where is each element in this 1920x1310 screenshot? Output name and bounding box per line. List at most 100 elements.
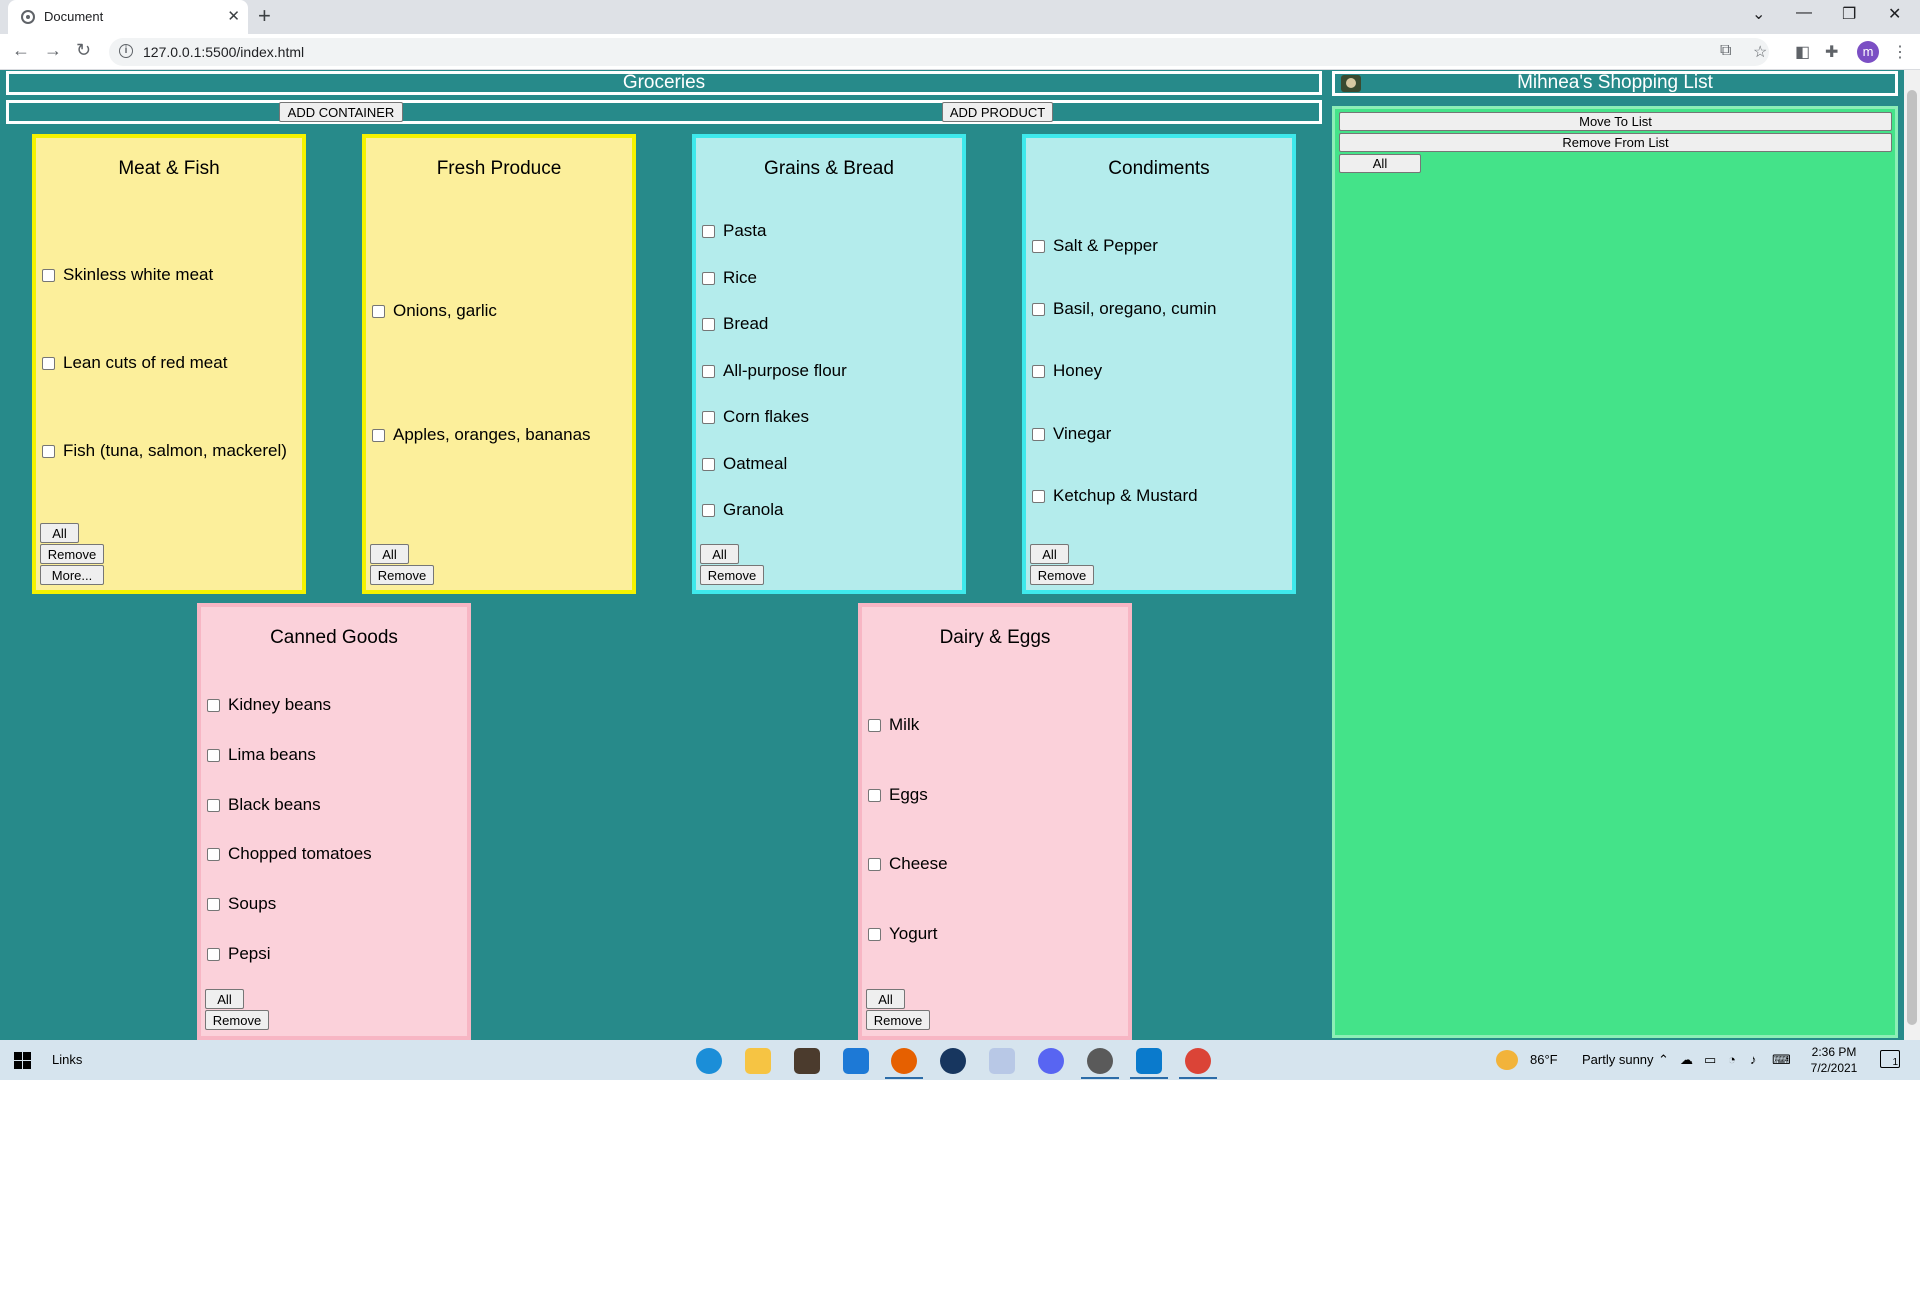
item-checkbox[interactable] (868, 857, 881, 871)
item-checkbox[interactable] (372, 428, 385, 442)
item-checkbox[interactable] (868, 927, 881, 941)
chevron-up-icon[interactable]: ⌃ (1658, 1052, 1669, 1068)
item-checkbox[interactable] (702, 317, 715, 331)
product-item[interactable]: Bread (702, 314, 768, 334)
item-checkbox[interactable] (207, 947, 220, 961)
clock[interactable]: 2:36 PM 7/2/2021 (1808, 1044, 1860, 1076)
remove-button[interactable]: Remove (40, 544, 104, 564)
keyboard-icon[interactable]: ⌨ (1772, 1052, 1791, 1068)
minimize-button[interactable]: — (1796, 4, 1812, 22)
discord-icon[interactable] (1038, 1048, 1064, 1074)
product-item[interactable]: Chopped tomatoes (207, 844, 372, 864)
mail-icon[interactable] (843, 1048, 869, 1074)
select-all-button[interactable]: All (40, 523, 79, 543)
remove-button[interactable]: Remove (370, 565, 434, 585)
close-window-button[interactable]: ✕ (1888, 4, 1901, 24)
product-item[interactable]: Honey (1032, 361, 1102, 381)
product-item[interactable]: Fish (tuna, salmon, mackerel) (42, 441, 287, 461)
product-item[interactable]: Kidney beans (207, 695, 331, 715)
network-icon[interactable]: ◔ (1728, 1052, 1736, 1067)
vscode-icon[interactable] (1136, 1048, 1162, 1074)
add-container-button[interactable]: ADD CONTAINER (279, 102, 403, 122)
new-tab-button[interactable]: + (258, 3, 271, 29)
settings-gear-icon[interactable] (1087, 1048, 1113, 1074)
windows-start-icon[interactable] (14, 1052, 31, 1069)
item-checkbox[interactable] (42, 444, 55, 458)
product-item[interactable]: Milk (868, 715, 919, 735)
firefox-icon[interactable] (891, 1048, 917, 1074)
tab-search-icon[interactable]: ⌄ (1752, 4, 1765, 24)
tab-close-icon[interactable]: ✕ (227, 7, 240, 25)
scrollbar-thumb[interactable] (1907, 90, 1917, 1025)
extension-icon[interactable]: ◧ (1795, 42, 1810, 62)
info-icon[interactable]: i (119, 44, 133, 58)
forward-icon[interactable]: → (44, 40, 62, 61)
select-all-button[interactable]: All (866, 989, 905, 1009)
product-item[interactable]: Soups (207, 894, 276, 914)
weather-temp[interactable]: 86°F (1530, 1052, 1558, 1067)
item-checkbox[interactable] (207, 897, 220, 911)
product-item[interactable]: Corn flakes (702, 407, 809, 427)
product-item[interactable]: Pepsi (207, 944, 271, 964)
reload-icon[interactable]: ↻ (76, 40, 91, 61)
product-item[interactable]: Basil, oregano, cumin (1032, 299, 1216, 319)
product-item[interactable]: Rice (702, 268, 757, 288)
weather-desc[interactable]: Partly sunny (1582, 1052, 1654, 1067)
menu-icon[interactable]: ⋮ (1892, 42, 1908, 62)
item-checkbox[interactable] (702, 364, 715, 378)
weather-icon[interactable] (1496, 1050, 1518, 1070)
product-item[interactable]: Cheese (868, 854, 948, 874)
item-checkbox[interactable] (1032, 364, 1045, 378)
product-item[interactable]: All-purpose flour (702, 361, 847, 381)
paint-icon[interactable] (989, 1048, 1015, 1074)
store-icon[interactable] (794, 1048, 820, 1074)
select-all-button[interactable]: All (1030, 544, 1069, 564)
steam-icon[interactable] (940, 1048, 966, 1074)
product-item[interactable]: Ketchup & Mustard (1032, 486, 1198, 506)
product-item[interactable]: Oatmeal (702, 454, 787, 474)
remove-button[interactable]: Remove (700, 565, 764, 585)
notification-icon[interactable]: 1 (1880, 1050, 1900, 1068)
product-item[interactable]: Vinegar (1032, 424, 1111, 444)
back-icon[interactable]: ← (12, 40, 30, 61)
item-checkbox[interactable] (1032, 489, 1045, 503)
translate-icon[interactable]: ⧉ (1720, 42, 1731, 60)
product-item[interactable]: Apples, oranges, bananas (372, 425, 591, 445)
cloud-icon[interactable]: ☁ (1680, 1052, 1693, 1068)
item-checkbox[interactable] (702, 410, 715, 424)
product-item[interactable]: Pasta (702, 221, 766, 241)
product-item[interactable]: Eggs (868, 785, 928, 805)
puzzle-icon[interactable]: ✚ (1825, 42, 1838, 62)
volume-icon[interactable]: ♪ (1750, 1052, 1757, 1067)
item-checkbox[interactable] (868, 718, 881, 732)
product-item[interactable]: Black beans (207, 795, 321, 815)
add-product-button[interactable]: ADD PRODUCT (942, 102, 1053, 122)
item-checkbox[interactable] (207, 748, 220, 762)
file-explorer-icon[interactable] (745, 1048, 771, 1074)
select-all-button[interactable]: All (370, 544, 409, 564)
item-checkbox[interactable] (702, 271, 715, 285)
item-checkbox[interactable] (702, 503, 715, 517)
item-checkbox[interactable] (1032, 239, 1045, 253)
star-icon[interactable]: ☆ (1753, 42, 1767, 62)
product-item[interactable]: Skinless white meat (42, 265, 213, 285)
item-checkbox[interactable] (372, 304, 385, 318)
battery-icon[interactable]: ▭ (1704, 1052, 1716, 1068)
product-item[interactable]: Onions, garlic (372, 301, 497, 321)
more-button[interactable]: More... (40, 565, 104, 585)
item-checkbox[interactable] (207, 698, 220, 712)
item-checkbox[interactable] (1032, 427, 1045, 441)
edge-icon[interactable] (696, 1048, 722, 1074)
product-item[interactable]: Granola (702, 500, 783, 520)
profile-avatar[interactable]: m (1857, 41, 1879, 63)
item-checkbox[interactable] (702, 224, 715, 238)
item-checkbox[interactable] (702, 457, 715, 471)
browser-tab[interactable]: Document ✕ (8, 0, 248, 34)
item-checkbox[interactable] (207, 847, 220, 861)
remove-button[interactable]: Remove (1030, 565, 1094, 585)
select-all-button[interactable]: All (1339, 154, 1421, 173)
address-bar[interactable]: i 127.0.0.1:5500/index.html (109, 38, 1769, 66)
product-item[interactable]: Yogurt (868, 924, 938, 944)
remove-button[interactable]: Remove (866, 1010, 930, 1030)
product-item[interactable]: Lean cuts of red meat (42, 353, 227, 373)
